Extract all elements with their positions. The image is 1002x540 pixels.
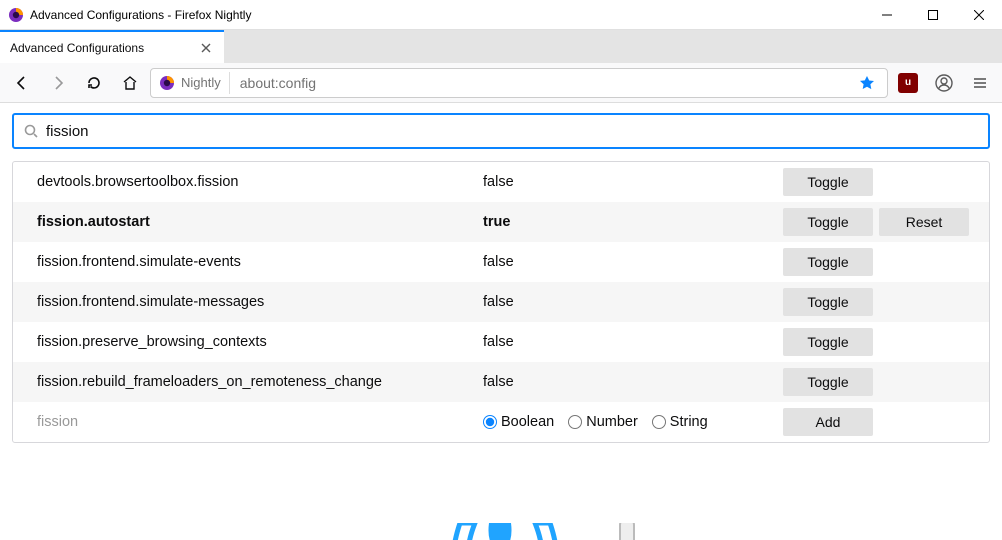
pref-type-boolean[interactable]: Boolean <box>483 414 554 430</box>
pref-type-radio-group: Boolean Number String <box>483 414 777 430</box>
account-icon[interactable] <box>928 67 960 99</box>
url-bar[interactable]: Nightly about:config <box>150 68 888 98</box>
pref-row: fission.frontend.simulate-messages false… <box>13 282 989 322</box>
pref-type-string[interactable]: String <box>652 414 708 430</box>
pref-value: false <box>483 254 777 270</box>
pref-name: fission.preserve_browsing_contexts <box>37 334 477 350</box>
navigation-toolbar: Nightly about:config u <box>0 63 1002 103</box>
window-minimize-button[interactable] <box>864 0 910 30</box>
toggle-button[interactable]: Toggle <box>783 288 873 316</box>
pref-row: fission.rebuild_frameloaders_on_remotene… <box>13 362 989 402</box>
tab-strip: Advanced Configurations <box>0 30 1002 63</box>
identity-label: Nightly <box>181 75 221 90</box>
toggle-button[interactable]: Toggle <box>783 248 873 276</box>
browser-tab[interactable]: Advanced Configurations <box>0 30 224 63</box>
identity-box[interactable]: Nightly <box>155 72 230 94</box>
reload-button[interactable] <box>78 67 110 99</box>
search-icon <box>24 124 38 138</box>
pref-name: fission.autostart <box>37 214 477 230</box>
window-title: Advanced Configurations - Firefox Nightl… <box>30 8 251 22</box>
prefs-table: devtools.browsertoolbox.fission false To… <box>12 161 990 443</box>
pref-type-number[interactable]: Number <box>568 414 638 430</box>
pref-search-box[interactable] <box>12 113 990 149</box>
pref-name: fission.frontend.simulate-events <box>37 254 477 270</box>
add-button[interactable]: Add <box>783 408 873 436</box>
url-text: about:config <box>234 75 847 91</box>
firefox-nightly-icon <box>8 7 24 23</box>
toggle-button[interactable]: Toggle <box>783 368 873 396</box>
window-titlebar: Advanced Configurations - Firefox Nightl… <box>0 0 1002 30</box>
pref-name: devtools.browsertoolbox.fission <box>37 174 477 190</box>
pref-row: fission.autostart true Toggle Reset <box>13 202 989 242</box>
toggle-button[interactable]: Toggle <box>783 328 873 356</box>
pref-value: false <box>483 294 777 310</box>
toggle-button[interactable]: Toggle <box>783 168 873 196</box>
pref-row: fission.preserve_browsing_contexts false… <box>13 322 989 362</box>
bookmark-star-icon[interactable] <box>851 67 883 99</box>
pref-name: fission.frontend.simulate-messages <box>37 294 477 310</box>
pref-value: false <box>483 174 777 190</box>
tab-close-button[interactable] <box>198 40 214 56</box>
toggle-button[interactable]: Toggle <box>783 208 873 236</box>
reset-button[interactable]: Reset <box>879 208 969 236</box>
ublock-icon[interactable]: u <box>892 67 924 99</box>
window-maximize-button[interactable] <box>910 0 956 30</box>
new-pref-row: fission Boolean Number String Add <box>13 402 989 442</box>
firefox-nightly-icon <box>159 75 175 91</box>
background-critter-image <box>440 523 660 540</box>
forward-button[interactable] <box>42 67 74 99</box>
pref-row: devtools.browsertoolbox.fission false To… <box>13 162 989 202</box>
page-content: devtools.browsertoolbox.fission false To… <box>0 103 1002 540</box>
pref-name: fission.rebuild_frameloaders_on_remotene… <box>37 374 477 390</box>
pref-value: false <box>483 334 777 350</box>
menu-button[interactable] <box>964 67 996 99</box>
tab-title: Advanced Configurations <box>10 41 144 55</box>
window-close-button[interactable] <box>956 0 1002 30</box>
pref-value: true <box>483 214 777 230</box>
back-button[interactable] <box>6 67 38 99</box>
pref-row: fission.frontend.simulate-events false T… <box>13 242 989 282</box>
pref-value: false <box>483 374 777 390</box>
pref-search-input[interactable] <box>46 123 978 140</box>
home-button[interactable] <box>114 67 146 99</box>
new-pref-name: fission <box>37 414 477 430</box>
